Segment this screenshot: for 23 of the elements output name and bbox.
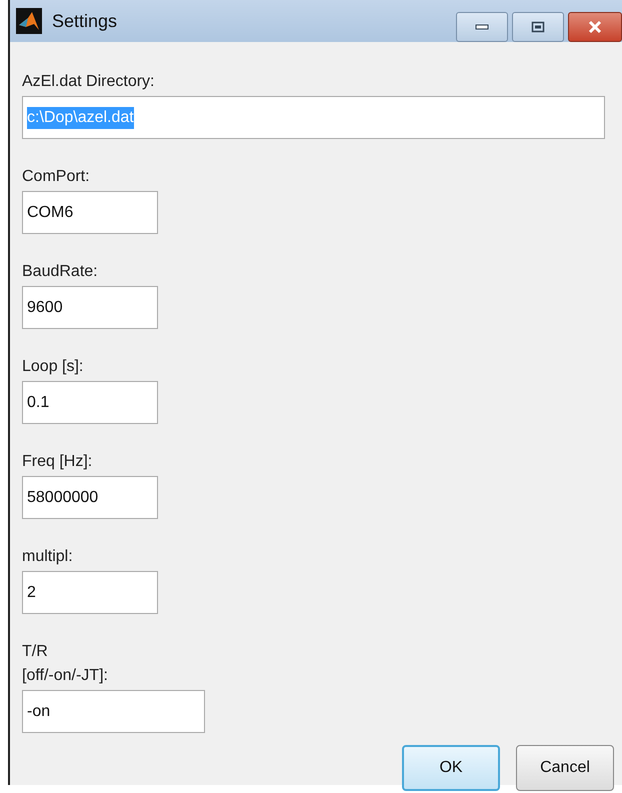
- field-label: AzEl.dat Directory:: [22, 72, 154, 92]
- app-logo-icon: [16, 8, 42, 34]
- input-field[interactable]: 0.1: [22, 381, 158, 424]
- maximize-button[interactable]: [512, 12, 564, 42]
- field-label: Loop [s]:: [22, 357, 84, 377]
- field-label: BaudRate:: [22, 262, 98, 282]
- input-field[interactable]: 9600: [22, 286, 158, 329]
- input-field[interactable]: COM6: [22, 191, 158, 234]
- field-label: Freq [Hz]:: [22, 452, 92, 472]
- minimize-button[interactable]: [456, 12, 508, 42]
- field-label: T/R [off/-on/-JT]:: [22, 642, 108, 686]
- field-label: multipl:: [22, 547, 73, 567]
- ok-button[interactable]: OK: [402, 745, 500, 791]
- window-title: Settings: [52, 10, 118, 32]
- minimize-icon: [475, 24, 489, 30]
- input-field[interactable]: 58000000: [22, 476, 158, 519]
- maximize-icon: [531, 21, 545, 33]
- input-field[interactable]: -on: [22, 690, 205, 733]
- close-icon: [587, 20, 603, 34]
- field-label: ComPort:: [22, 167, 90, 187]
- cancel-button[interactable]: Cancel: [516, 745, 614, 791]
- input-field[interactable]: 2: [22, 571, 158, 614]
- close-button[interactable]: [568, 12, 622, 42]
